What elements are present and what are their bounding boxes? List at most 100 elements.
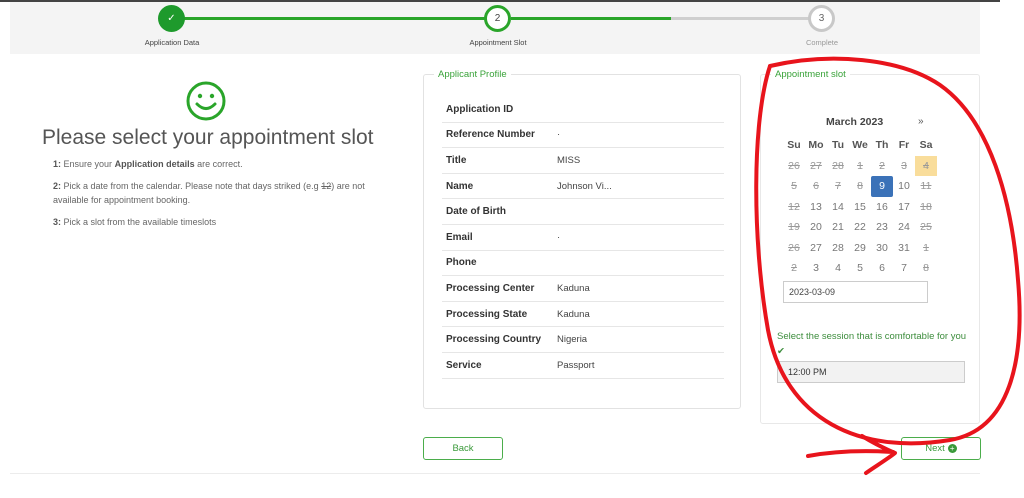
calendar-day[interactable]: 27	[805, 238, 827, 259]
calendar-day[interactable]: 23	[871, 217, 893, 238]
calendar-day: 27	[810, 159, 822, 172]
profile-row: Reference Number ·	[442, 123, 724, 149]
profile-value: Nigeria	[557, 334, 588, 346]
profile-value: Passport	[557, 359, 595, 371]
calendar-day: 7	[835, 180, 841, 193]
struck-example: 12	[321, 181, 332, 191]
session-label-text: Select the session that is comfortable f…	[777, 331, 967, 342]
profile-row: Application ID	[442, 97, 724, 123]
calendar-day[interactable]: 4	[827, 258, 849, 279]
weekday-header: We	[852, 139, 868, 152]
calendar-day[interactable]: 21	[827, 217, 849, 238]
selected-date-input[interactable]	[783, 281, 928, 303]
appointment-slot-card: Appointment slot March 2023 » Su Mo Tu We Th…	[760, 69, 980, 424]
weekday-header: Th	[875, 139, 889, 152]
profile-value: ·	[557, 231, 561, 243]
instruction-2: 2: Pick a date from the calendar. Please…	[53, 179, 373, 207]
step-connector	[173, 17, 499, 20]
profile-key: Email	[446, 231, 473, 243]
annotation-arrowhead	[860, 434, 897, 475]
calendar-day: 2	[879, 159, 885, 172]
back-button[interactable]: Back	[423, 437, 503, 460]
profile-value: MISS	[557, 154, 581, 166]
calendar-day: 12	[788, 200, 800, 213]
profile-row: Processing Center Kaduna	[442, 276, 724, 302]
instruction-1: 1: Ensure your Application details are c…	[53, 157, 373, 171]
next-button[interactable]: Next +	[901, 437, 981, 460]
step-connector	[671, 17, 821, 20]
instruction-text: Pick a slot from the available timeslots	[63, 217, 217, 227]
calendar-grid: Su Mo Tu We Th Fr Sa 26 27 28 1 2 3 4 5 6 7 8 9 10 11 12 13 14 1…	[783, 135, 937, 279]
instruction-text: Pick a date from the calendar. Please no…	[63, 181, 319, 191]
calendar-day: 8	[857, 180, 863, 193]
calendar-day[interactable]: 30	[871, 238, 893, 259]
calendar-day: 19	[788, 221, 800, 234]
profile-legend: Applicant Profile	[434, 69, 511, 80]
session-label: Select the session that is comfortable f…	[777, 329, 972, 359]
calendar-day[interactable]: 9	[871, 176, 893, 197]
calendar-day[interactable]: 24	[893, 217, 915, 238]
footer-divider	[10, 473, 980, 474]
profile-key: Title	[446, 154, 467, 166]
profile-key: Processing Country	[446, 334, 542, 346]
calendar-day[interactable]: 5	[849, 258, 871, 279]
page-title: Please select your appointment slot	[42, 126, 374, 149]
calendar-month: March 2023	[826, 116, 884, 128]
applicant-profile-card: Applicant Profile Application ID Referenc…	[423, 69, 741, 409]
calendar-day[interactable]: 17	[893, 197, 915, 218]
calendar-day[interactable]: 7	[893, 258, 915, 279]
profile-key: Phone	[446, 257, 477, 269]
step-3-circle: 3	[808, 5, 835, 32]
annotation-arrow	[806, 449, 895, 458]
calendar-day: 26	[788, 241, 800, 254]
calendar-day: 6	[813, 180, 819, 193]
calendar-day[interactable]: 6	[871, 258, 893, 279]
step-connector	[511, 17, 671, 20]
calendar-day[interactable]: 28	[827, 238, 849, 259]
check-icon: ✔	[777, 346, 785, 357]
instruction-number: 3:	[53, 217, 62, 227]
profile-key: Name	[446, 180, 474, 192]
weekday-header: Su	[787, 139, 801, 152]
profile-row: Date of Birth	[442, 199, 724, 225]
next-label: Next	[925, 443, 945, 454]
profile-row: Phone	[442, 251, 724, 277]
calendar-day: 25	[920, 221, 932, 234]
calendar-day[interactable]: 14	[827, 197, 849, 218]
session-select[interactable]: 12:00 PM	[777, 361, 965, 383]
instruction-text: Ensure your	[63, 159, 113, 169]
calendar-day: 28	[832, 159, 844, 172]
profile-key: Reference Number	[446, 129, 535, 141]
calendar-day: 18	[920, 200, 932, 213]
calendar-day[interactable]: 29	[849, 238, 871, 259]
weekday-header: Fr	[898, 139, 910, 152]
calendar-day: 1	[923, 241, 929, 254]
weekday-header: Sa	[919, 139, 933, 152]
calendar-day: 3	[901, 159, 907, 172]
calendar-day[interactable]: 31	[893, 238, 915, 259]
profile-row: Service Passport	[442, 353, 724, 379]
profile-value: Johnson Vi...	[557, 180, 612, 192]
calendar-day: 11	[920, 180, 932, 193]
calendar-day[interactable]: 10	[893, 176, 915, 197]
instruction-number: 2:	[53, 181, 62, 191]
profile-row: Processing Country Nigeria	[442, 327, 724, 353]
profile-table: Application ID Reference Number · Title MISS…	[442, 97, 724, 379]
step-3-label: Complete	[805, 38, 839, 47]
calendar-next-button[interactable]: »	[918, 116, 924, 127]
instruction-number: 1:	[53, 159, 62, 169]
calendar-day[interactable]: 20	[805, 217, 827, 238]
profile-value: Kaduna	[557, 282, 590, 294]
profile-key: Processing State	[446, 308, 528, 320]
calendar-day[interactable]: 13	[805, 197, 827, 218]
step-2-circle: 2	[484, 5, 511, 32]
calendar-day[interactable]: 22	[849, 217, 871, 238]
profile-key: Processing Center	[446, 282, 535, 294]
step-2-label: Appointment Slot	[469, 38, 527, 47]
calendar-day[interactable]: 3	[805, 258, 827, 279]
smile-icon	[186, 81, 226, 121]
calendar-day[interactable]: 15	[849, 197, 871, 218]
instruction-bold: Application details	[114, 159, 195, 169]
weekday-header: Tu	[831, 139, 845, 152]
calendar-day[interactable]: 16	[871, 197, 893, 218]
